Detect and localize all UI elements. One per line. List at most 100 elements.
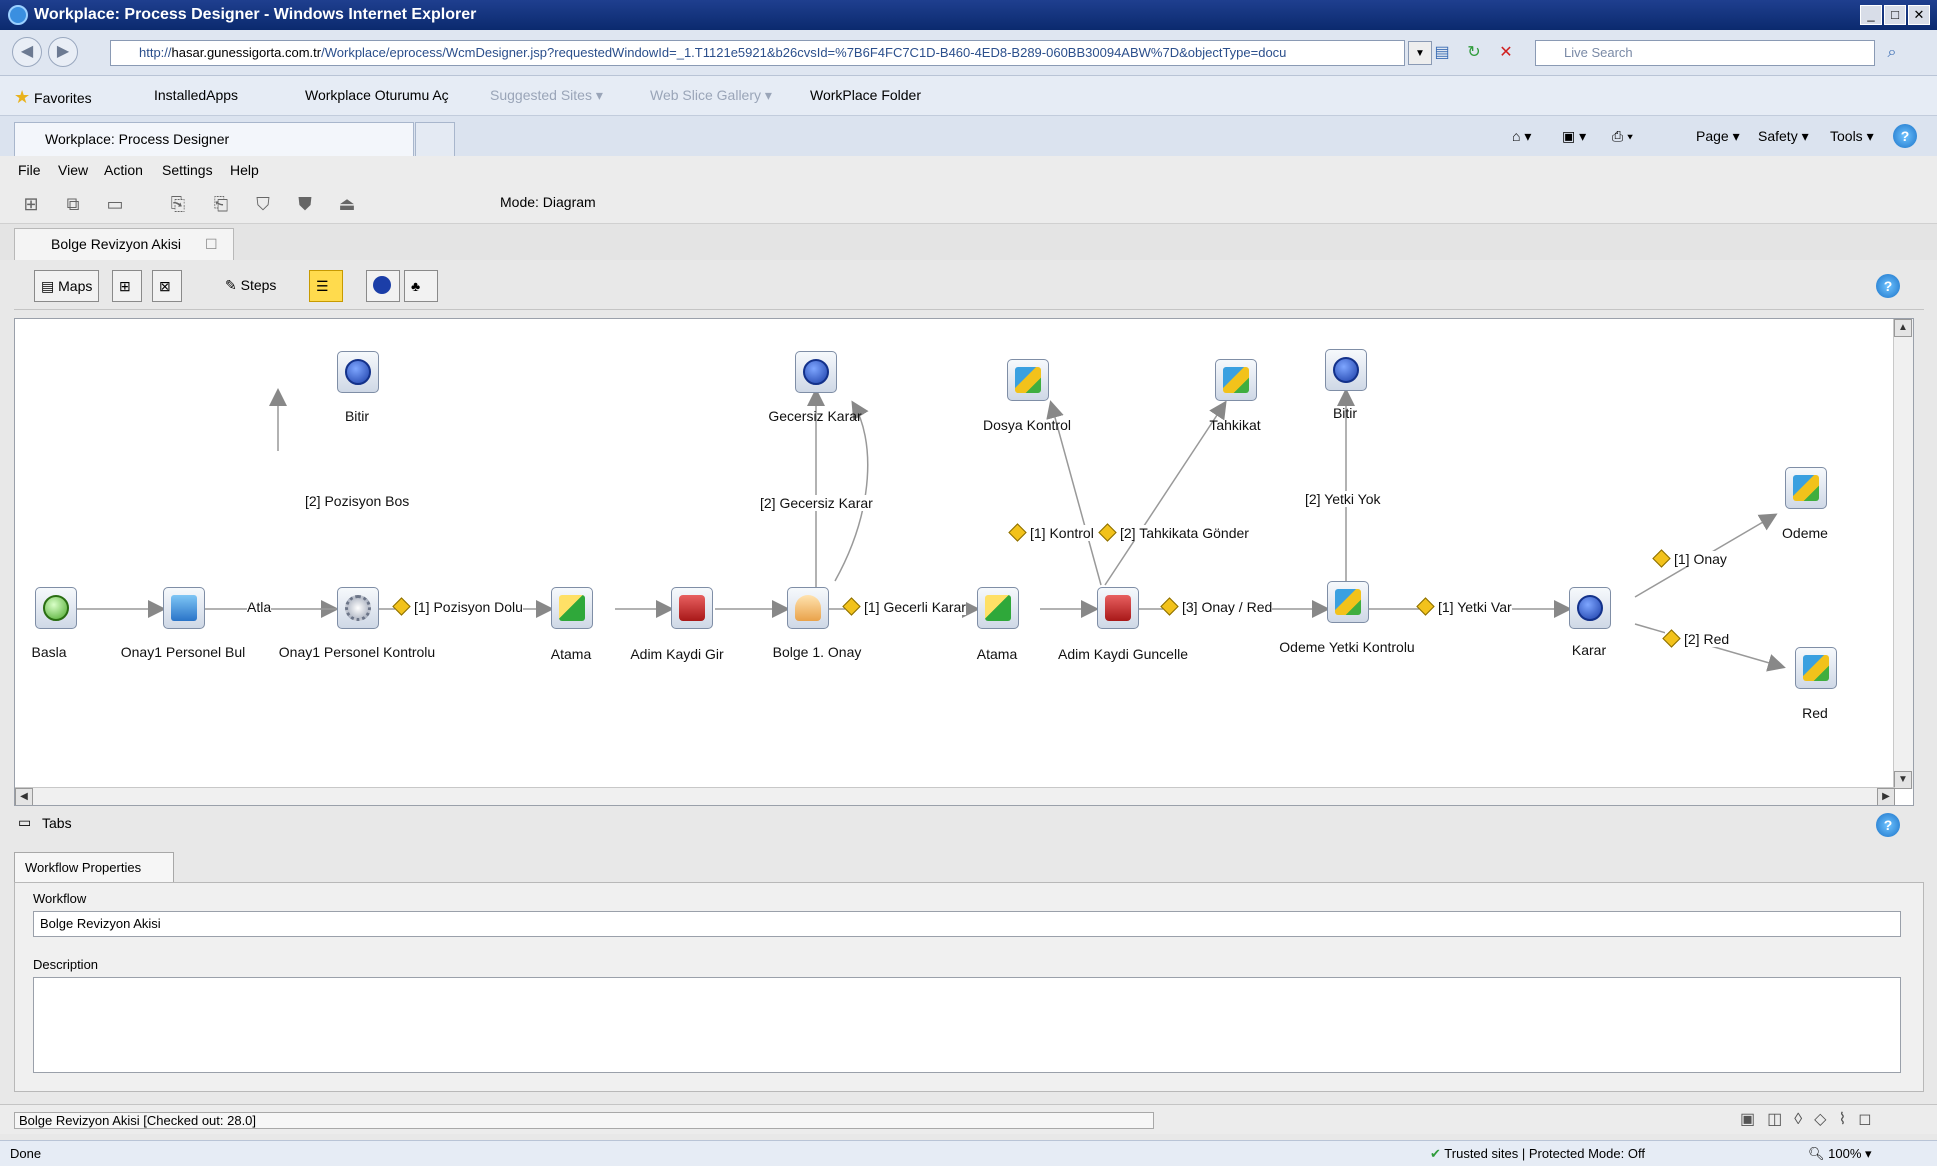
step-label: Odeme Yetki Kontrolu [1279, 639, 1415, 655]
step-node[interactable] [1325, 349, 1367, 391]
new-document-icon[interactable]: ⊞ [18, 192, 44, 218]
step-node[interactable] [787, 587, 829, 629]
safety-menu[interactable]: Safety ▾ [1758, 128, 1809, 145]
route-label[interactable]: [2] Tahkikata Gönder [1098, 523, 1249, 542]
scroll-up-button[interactable]: ▲ [1894, 319, 1912, 337]
step-node[interactable] [163, 587, 205, 629]
step-node[interactable] [1795, 647, 1837, 689]
compatibility-view-icon[interactable]: ▤ [1430, 41, 1454, 65]
delete-map-button[interactable]: ⊠ [152, 270, 182, 302]
step-list-button[interactable]: ☰ [309, 270, 343, 302]
maximize-button[interactable]: □ [1884, 5, 1906, 25]
route-label[interactable]: [2] Gecersiz Karar [760, 495, 873, 511]
diagram-canvas[interactable]: Basla Onay1 Personel Bul Onay1 Personel Ko… [14, 318, 1914, 806]
save-document-icon[interactable]: ▭ [102, 192, 128, 218]
step-node[interactable] [671, 587, 713, 629]
canvas-horizontal-scrollbar[interactable]: ◀ ▶ [15, 787, 1895, 805]
print-icon[interactable]: ⎙ ▾ [1612, 128, 1633, 145]
page-menu[interactable]: Page ▾ [1696, 128, 1740, 145]
menu-settings[interactable]: Settings [162, 162, 213, 178]
submap-palette-button[interactable]: ♣ [404, 270, 438, 302]
step-node[interactable] [1097, 587, 1139, 629]
validate-icon[interactable]: ⛉ [250, 192, 276, 218]
scroll-right-button[interactable]: ▶ [1877, 788, 1895, 805]
route-label-text: [2] Tahkikata Gönder [1120, 525, 1249, 541]
end-step-palette-button[interactable] [366, 270, 400, 302]
step-node[interactable] [1215, 359, 1257, 401]
scroll-down-button[interactable]: ▼ [1894, 771, 1912, 789]
properties-help-icon[interactable]: ? [1876, 813, 1900, 837]
favorites-button[interactable]: ★ Favorites [14, 87, 92, 108]
route-label[interactable]: [1] Onay [1652, 549, 1727, 568]
steps-button[interactable]: ✎ Steps [219, 270, 282, 302]
description-field[interactable] [33, 977, 1901, 1073]
route-label[interactable]: [1] Kontrol [1008, 523, 1094, 542]
step-node[interactable] [977, 587, 1019, 629]
route-label[interactable]: [1] Pozisyon Dolu [392, 597, 523, 616]
workflow-properties-tab[interactable]: Workflow Properties [14, 852, 174, 882]
step-label: Gecersiz Karar [768, 408, 862, 424]
refresh-icon[interactable]: ↻ [1462, 41, 1486, 65]
route-label[interactable]: [1] Yetki Var [1416, 597, 1512, 616]
assign-icon [559, 595, 585, 621]
forward-button[interactable]: ▶ [48, 37, 78, 67]
palette-help-icon[interactable]: ? [1876, 274, 1900, 298]
route-label[interactable]: [1] Gecerli Karar [842, 597, 966, 616]
favorite-item-installedapps[interactable]: InstalledApps [154, 87, 238, 103]
step-node[interactable] [1007, 359, 1049, 401]
checkin-icon[interactable]: ⎘ [165, 192, 191, 218]
address-bar[interactable]: http://hasar.gunessigorta.com.tr/Workpla… [110, 40, 1405, 66]
zoom-control[interactable]: 🔍︎ 100% ▾ [1808, 1146, 1872, 1162]
route-label-text: [1] Kontrol [1030, 525, 1094, 541]
step-node[interactable] [337, 587, 379, 629]
document-tab[interactable]: Bolge Revizyon Akisi ☐ [14, 228, 234, 260]
menu-view[interactable]: View [58, 162, 88, 178]
security-zone[interactable]: ✔ Trusted sites | Protected Mode: Off [1430, 1146, 1645, 1162]
ie-help-icon[interactable]: ? [1893, 124, 1917, 148]
open-document-icon[interactable]: ⧉ [60, 192, 86, 218]
step-node[interactable] [551, 587, 593, 629]
add-map-button[interactable]: ⊞ [112, 270, 142, 302]
new-tab-button[interactable] [415, 122, 455, 156]
menu-action[interactable]: Action [104, 162, 143, 178]
favorite-item-workplace-oturumu[interactable]: Workplace Oturumu Aç [305, 87, 449, 103]
status-tool-icons[interactable]: ▣◫◊◇⌇◻ [1740, 1109, 1884, 1129]
minimize-button[interactable]: _ [1860, 5, 1882, 25]
menu-help[interactable]: Help [230, 162, 259, 178]
close-window-button[interactable]: ✕ [1908, 5, 1930, 25]
search-icon[interactable]: ⌕ [1880, 41, 1904, 65]
step-node[interactable] [35, 587, 77, 629]
favorite-item-suggested-sites[interactable]: Suggested Sites ▾ [490, 87, 603, 104]
close-tab-icon[interactable]: ☐ [205, 236, 218, 253]
route-label[interactable]: [2] Red [1662, 629, 1730, 648]
launch-icon[interactable]: ⏏ [334, 192, 360, 218]
workflow-name-field[interactable]: Bolge Revizyon Akisi [33, 911, 1901, 937]
menu-file[interactable]: File [18, 162, 41, 178]
search-input[interactable]: Live Search [1535, 40, 1875, 66]
step-node[interactable] [337, 351, 379, 393]
route-label[interactable]: Atla [247, 599, 272, 615]
step-node[interactable] [1785, 467, 1827, 509]
browser-tab[interactable]: Workplace: Process Designer [14, 122, 414, 156]
tools-menu[interactable]: Tools ▾ [1830, 128, 1874, 145]
maps-button[interactable]: ▤ Maps [34, 270, 100, 302]
app-status-bar: Bolge Revizyon Akisi [Checked out: 28.0]… [0, 1104, 1937, 1134]
checkout-icon[interactable]: ⎗ [208, 192, 234, 218]
route-label-text: [1] Gecerli Karar [864, 599, 966, 615]
route-label[interactable]: [3] Onay / Red [1160, 597, 1273, 616]
favorite-item-workplace-folder[interactable]: WorkPlace Folder [810, 87, 921, 103]
scroll-left-button[interactable]: ◀ [15, 788, 33, 805]
feeds-icon[interactable]: ▣ ▾ [1562, 128, 1586, 145]
route-label[interactable]: [2] Yetki Yok [1305, 491, 1381, 507]
canvas-vertical-scrollbar[interactable]: ▲ ▼ [1893, 319, 1913, 789]
step-node[interactable] [1569, 587, 1611, 629]
transfer-icon[interactable]: ⛊ [292, 192, 318, 218]
step-node[interactable] [795, 351, 837, 393]
address-dropdown-icon[interactable]: ▼ [1408, 41, 1432, 65]
back-button[interactable]: ◀ [12, 37, 42, 67]
stop-icon[interactable]: ✕ [1494, 41, 1518, 65]
route-label[interactable]: [2] Pozisyon Bos [305, 493, 410, 509]
home-icon[interactable]: ⌂ ▾ [1512, 128, 1531, 145]
step-node[interactable] [1327, 581, 1369, 623]
favorite-item-web-slice-gallery[interactable]: Web Slice Gallery ▾ [650, 87, 772, 104]
